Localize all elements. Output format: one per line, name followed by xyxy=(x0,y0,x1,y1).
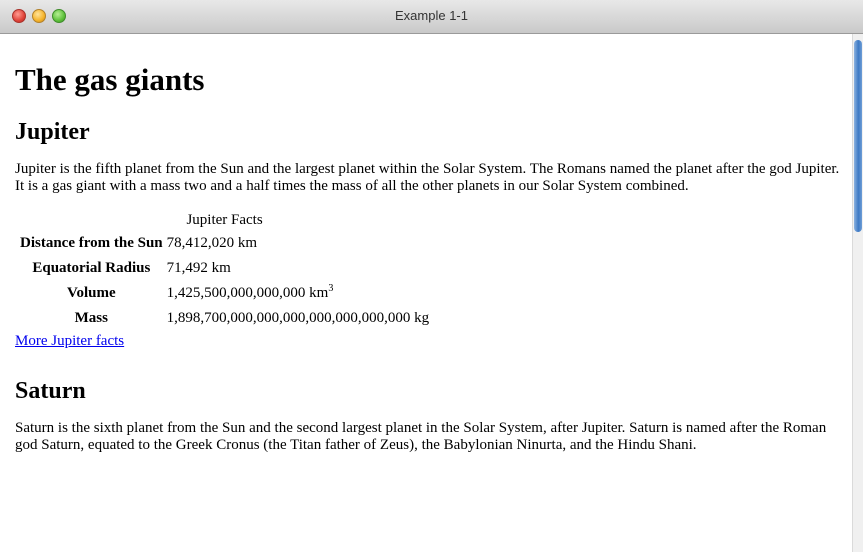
fact-label: Mass xyxy=(74,310,108,326)
fact-label: Volume xyxy=(67,285,116,301)
fact-value: 78,412,020 km xyxy=(166,235,258,251)
browser-window: Example 1-1 The gas giants Jupiter Jupit… xyxy=(0,0,863,552)
window-title: Example 1-1 xyxy=(395,8,468,23)
jupiter-heading: Jupiter xyxy=(15,119,90,145)
page-content: The gas giants Jupiter Jupiter is the fi… xyxy=(0,34,852,552)
saturn-paragraph: Saturn is the sixth planet from the Sun … xyxy=(15,420,827,453)
fact-value: 1,898,700,000,000,000,000,000,000,000 kg xyxy=(166,310,430,326)
fact-value: 1,425,500,000,000,000 km3 xyxy=(166,282,431,305)
vertical-scrollbar[interactable] xyxy=(852,34,863,552)
saturn-heading: Saturn xyxy=(15,378,86,404)
table-row: Mass 1,898,700,000,000,000,000,000,000,0… xyxy=(19,307,430,330)
jupiter-facts-table: Jupiter Facts Distance from the Sun 78,4… xyxy=(17,211,432,332)
page-title: The gas giants xyxy=(15,62,205,97)
title-bar[interactable]: Example 1-1 xyxy=(0,0,863,34)
fact-value: 71,492 km xyxy=(166,260,231,276)
table-row: Equatorial Radius 71,492 km xyxy=(19,257,430,280)
fact-value-exponent: 3 xyxy=(328,283,334,294)
fact-value-text: 1,425,500,000,000,000 km xyxy=(166,285,329,301)
jupiter-facts-caption: Jupiter Facts xyxy=(186,212,263,228)
scrollbar-thumb[interactable] xyxy=(854,40,862,232)
more-jupiter-facts-link[interactable]: More Jupiter facts xyxy=(15,333,124,350)
fact-label: Equatorial Radius xyxy=(32,260,151,276)
table-row: Volume 1,425,500,000,000,000 km3 xyxy=(19,282,430,305)
fact-label: Distance from the Sun xyxy=(20,235,163,251)
table-row: Distance from the Sun 78,412,020 km xyxy=(19,232,430,255)
jupiter-paragraph: Jupiter is the fifth planet from the Sun… xyxy=(15,161,840,194)
